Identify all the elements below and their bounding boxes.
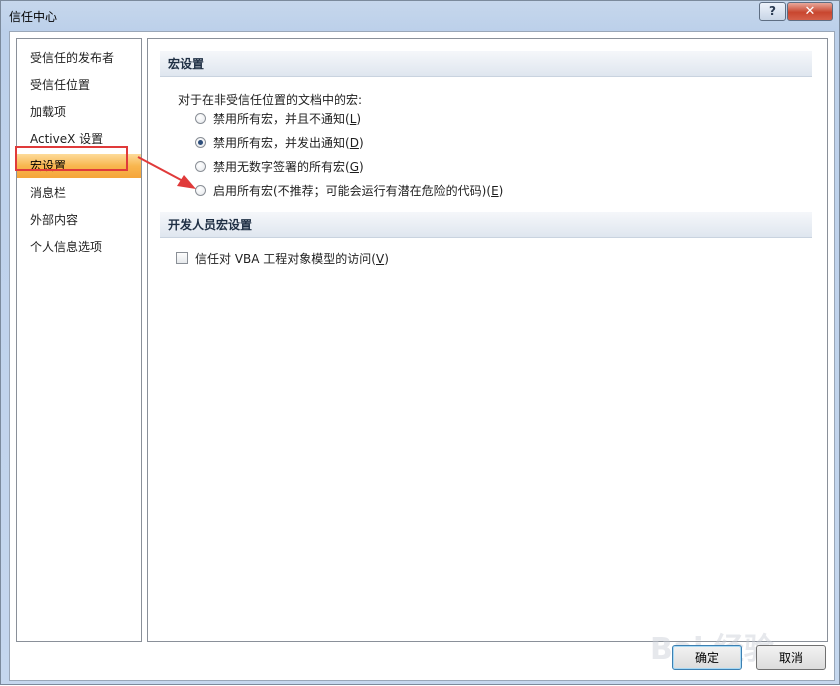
sidebar-item-trusted-locations[interactable]: 受信任位置 <box>17 73 141 97</box>
radio-label: 禁用所有宏，并且不通知 <box>213 112 346 126</box>
accel-key: G <box>349 160 360 174</box>
trust-center-window: 信任中心 ? ✕ 受信任的发布者 受信任位置 加载项 ActiveX 设置 宏设… <box>0 0 840 685</box>
accel-key: D <box>349 136 359 150</box>
help-button[interactable]: ? <box>759 2 786 21</box>
accel-key: V <box>375 252 385 266</box>
sidebar-item-privacy-options[interactable]: 个人信息选项 <box>17 235 141 259</box>
sidebar-item-trusted-publishers[interactable]: 受信任的发布者 <box>17 46 141 70</box>
radio-button[interactable] <box>195 161 206 172</box>
radio-label: 禁用无数字签署的所有宏 <box>213 160 346 174</box>
sidebar-item-addins[interactable]: 加载项 <box>17 100 141 124</box>
window-title: 信任中心 <box>9 10 58 24</box>
accel-key: L <box>349 112 357 126</box>
radio-label: 禁用所有宏，并发出通知 <box>213 136 346 150</box>
close-button[interactable]: ✕ <box>787 2 833 21</box>
radio-button-checked[interactable] <box>195 137 206 148</box>
vba-access-checkbox[interactable] <box>176 252 188 264</box>
radio-label: 启用所有宏(不推荐；可能会运行有潜在危险的代码) <box>213 184 487 198</box>
macro-settings-description: 对于在非受信任位置的文档中的宏: <box>178 93 363 107</box>
settings-panel: 宏设置 对于在非受信任位置的文档中的宏: 禁用所有宏，并且不通知(L) 禁用所有… <box>147 38 828 642</box>
macro-settings-header: 宏设置 <box>160 51 812 77</box>
sidebar-item-message-bar[interactable]: 消息栏 <box>17 181 141 205</box>
sidebar-nav: 受信任的发布者 受信任位置 加载项 ActiveX 设置 宏设置 消息栏 外部内… <box>16 38 142 642</box>
accel-key: E <box>491 184 499 198</box>
dialog-body: 受信任的发布者 受信任位置 加载项 ActiveX 设置 宏设置 消息栏 外部内… <box>9 31 835 681</box>
developer-settings-header: 开发人员宏设置 <box>160 212 812 238</box>
radio-button[interactable] <box>195 185 206 196</box>
radio-button[interactable] <box>195 113 206 124</box>
sidebar-item-external-content[interactable]: 外部内容 <box>17 208 141 232</box>
ok-button[interactable]: 确定 <box>672 645 742 670</box>
title-bar[interactable]: 信任中心 ? ✕ <box>1 1 839 31</box>
checkbox-label: 信任对 VBA 工程对象模型的访问 <box>195 252 372 266</box>
annotation-highlight-box <box>15 146 128 171</box>
cancel-button[interactable]: 取消 <box>756 645 826 670</box>
